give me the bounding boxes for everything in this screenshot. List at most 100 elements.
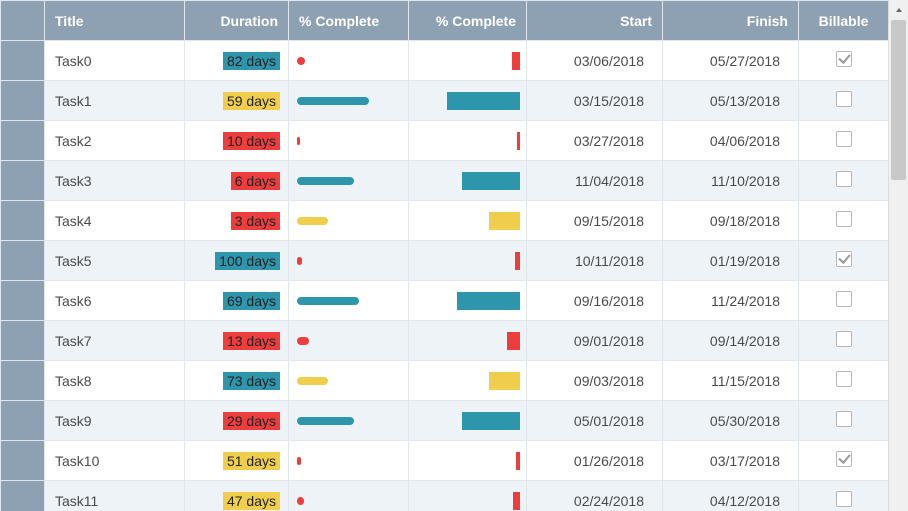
billable-checkbox[interactable] [836, 331, 852, 347]
cell-title[interactable]: Task0 [45, 41, 185, 81]
cell-duration[interactable]: 69 days [185, 281, 289, 321]
cell-duration[interactable]: 10 days [185, 121, 289, 161]
cell-start[interactable]: 11/04/2018 [527, 161, 663, 201]
cell-billable[interactable] [799, 321, 889, 361]
row-selector[interactable] [1, 361, 45, 401]
cell-billable[interactable] [799, 401, 889, 441]
row-selector[interactable] [1, 481, 45, 511]
cell-start[interactable]: 09/16/2018 [527, 281, 663, 321]
cell-billable[interactable] [799, 241, 889, 281]
cell-title[interactable]: Task9 [45, 401, 185, 441]
col-header-finish[interactable]: Finish [663, 1, 799, 41]
cell-finish[interactable]: 09/14/2018 [663, 321, 799, 361]
cell-billable[interactable] [799, 121, 889, 161]
cell-billable[interactable] [799, 481, 889, 511]
cell-billable[interactable] [799, 361, 889, 401]
cell-duration[interactable]: 3 days [185, 201, 289, 241]
row-selector[interactable] [1, 441, 45, 481]
cell-title[interactable]: Task3 [45, 161, 185, 201]
row-selector[interactable] [1, 321, 45, 361]
col-header-pct-spark[interactable]: % Complete [289, 1, 409, 41]
col-header-billable[interactable]: Billable [799, 1, 889, 41]
cell-finish[interactable]: 05/30/2018 [663, 401, 799, 441]
cell-billable[interactable] [799, 81, 889, 121]
cell-start[interactable]: 01/26/2018 [527, 441, 663, 481]
cell-billable[interactable] [799, 161, 889, 201]
table-row[interactable]: Task43 days 09/15/201809/18/2018 [1, 201, 889, 241]
cell-title[interactable]: Task7 [45, 321, 185, 361]
cell-duration[interactable]: 51 days [185, 441, 289, 481]
billable-checkbox[interactable] [836, 371, 852, 387]
cell-duration[interactable]: 100 days [185, 241, 289, 281]
cell-billable[interactable] [799, 281, 889, 321]
billable-checkbox[interactable] [836, 51, 852, 67]
cell-title[interactable]: Task11 [45, 481, 185, 511]
table-row[interactable]: Task210 days 03/27/201804/06/2018 [1, 121, 889, 161]
table-row[interactable]: Task36 days 11/04/201811/10/2018 [1, 161, 889, 201]
table-row[interactable]: Task873 days 09/03/201811/15/2018 [1, 361, 889, 401]
cell-duration[interactable]: 82 days [185, 41, 289, 81]
cell-start[interactable]: 09/03/2018 [527, 361, 663, 401]
table-row[interactable]: Task5100 days 10/11/201801/19/2018 [1, 241, 889, 281]
cell-start[interactable]: 10/11/2018 [527, 241, 663, 281]
billable-checkbox[interactable] [836, 411, 852, 427]
cell-duration[interactable]: 13 days [185, 321, 289, 361]
task-grid[interactable]: Title Duration % Complete % Complete Sta… [0, 0, 888, 511]
col-header-duration[interactable]: Duration [185, 1, 289, 41]
cell-title[interactable]: Task5 [45, 241, 185, 281]
row-selector[interactable] [1, 401, 45, 441]
cell-title[interactable]: Task4 [45, 201, 185, 241]
cell-start[interactable]: 03/15/2018 [527, 81, 663, 121]
row-selector[interactable] [1, 81, 45, 121]
cell-start[interactable]: 03/27/2018 [527, 121, 663, 161]
cell-duration[interactable]: 6 days [185, 161, 289, 201]
cell-title[interactable]: Task6 [45, 281, 185, 321]
table-row[interactable]: Task713 days 09/01/201809/14/2018 [1, 321, 889, 361]
cell-finish[interactable]: 01/19/2018 [663, 241, 799, 281]
table-row[interactable]: Task1147 days 02/24/201804/12/2018 [1, 481, 889, 511]
col-header-pct-bar[interactable]: % Complete [409, 1, 527, 41]
col-header-start[interactable]: Start [527, 1, 663, 41]
cell-finish[interactable]: 11/15/2018 [663, 361, 799, 401]
cell-start[interactable]: 09/01/2018 [527, 321, 663, 361]
billable-checkbox[interactable] [836, 251, 852, 267]
cell-billable[interactable] [799, 441, 889, 481]
row-selector[interactable] [1, 201, 45, 241]
table-row[interactable]: Task159 days 03/15/201805/13/2018 [1, 81, 889, 121]
cell-start[interactable]: 05/01/2018 [527, 401, 663, 441]
row-selector[interactable] [1, 161, 45, 201]
table-row[interactable]: Task1051 days01/26/201803/17/2018 [1, 441, 889, 481]
cell-duration[interactable]: 59 days [185, 81, 289, 121]
billable-checkbox[interactable] [836, 171, 852, 187]
cell-title[interactable]: Task10 [45, 441, 185, 481]
billable-checkbox[interactable] [836, 131, 852, 147]
cell-duration[interactable]: 47 days [185, 481, 289, 511]
row-selector[interactable] [1, 281, 45, 321]
table-row[interactable]: Task669 days 09/16/201811/24/2018 [1, 281, 889, 321]
scroll-thumb[interactable] [891, 20, 906, 180]
cell-title[interactable]: Task2 [45, 121, 185, 161]
cell-title[interactable]: Task8 [45, 361, 185, 401]
cell-finish[interactable]: 09/18/2018 [663, 201, 799, 241]
row-selector[interactable] [1, 41, 45, 81]
cell-billable[interactable] [799, 201, 889, 241]
cell-duration[interactable]: 29 days [185, 401, 289, 441]
table-row[interactable]: Task082 days03/06/201805/27/2018 [1, 41, 889, 81]
cell-start[interactable]: 02/24/2018 [527, 481, 663, 511]
cell-start[interactable]: 09/15/2018 [527, 201, 663, 241]
cell-finish[interactable]: 11/24/2018 [663, 281, 799, 321]
scroll-up-arrow-icon[interactable] [889, 0, 908, 20]
table-row[interactable]: Task929 days 05/01/201805/30/2018 [1, 401, 889, 441]
row-selector[interactable] [1, 121, 45, 161]
cell-finish[interactable]: 05/13/2018 [663, 81, 799, 121]
cell-finish[interactable]: 11/10/2018 [663, 161, 799, 201]
billable-checkbox[interactable] [836, 211, 852, 227]
cell-finish[interactable]: 04/12/2018 [663, 481, 799, 511]
cell-finish[interactable]: 04/06/2018 [663, 121, 799, 161]
vertical-scrollbar[interactable] [888, 0, 908, 511]
cell-billable[interactable] [799, 41, 889, 81]
billable-checkbox[interactable] [836, 491, 852, 507]
cell-title[interactable]: Task1 [45, 81, 185, 121]
cell-duration[interactable]: 73 days [185, 361, 289, 401]
billable-checkbox[interactable] [836, 291, 852, 307]
